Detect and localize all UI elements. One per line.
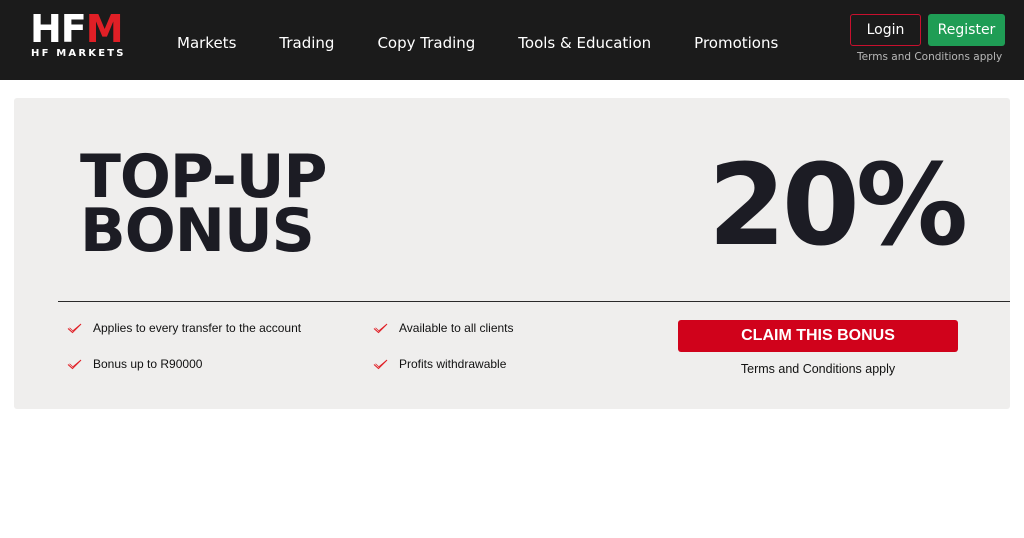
check-icon bbox=[373, 359, 388, 369]
claim-bonus-button[interactable]: CLAIM THIS BONUS bbox=[678, 320, 958, 352]
logo-subtitle: HF MARKETS bbox=[31, 48, 126, 59]
check-icon bbox=[67, 323, 82, 333]
feature-label: Applies to every transfer to the account bbox=[93, 321, 302, 335]
nav-item-tools-education[interactable]: Tools & Education bbox=[518, 28, 651, 52]
feature-item: Applies to every transfer to the account bbox=[67, 321, 301, 335]
main-nav: Markets Trading Copy Trading Tools & Edu… bbox=[160, 0, 821, 80]
feature-item: Profits withdrawable bbox=[373, 357, 506, 371]
claim-terms-link[interactable]: Terms and Conditions apply bbox=[678, 362, 958, 376]
nav-item-copy-trading[interactable]: Copy Trading bbox=[377, 28, 475, 52]
banner-divider bbox=[58, 301, 1010, 302]
feature-label: Available to all clients bbox=[399, 321, 514, 335]
feature-item: Bonus up to R90000 bbox=[67, 357, 202, 371]
nav-item-trading[interactable]: Trading bbox=[279, 28, 334, 52]
logo-mark: HFM bbox=[30, 7, 124, 51]
headline-line-2: BONUS bbox=[80, 196, 315, 266]
feature-label: Profits withdrawable bbox=[399, 357, 507, 371]
check-icon bbox=[373, 323, 388, 333]
site-header: HFM HF MARKETS Markets Trading Copy Trad… bbox=[0, 0, 1024, 80]
banner-headline: TOP-UP BONUS bbox=[80, 147, 327, 266]
check-icon bbox=[67, 359, 82, 369]
feature-item: Available to all clients bbox=[373, 321, 514, 335]
nav-item-promotions[interactable]: Promotions bbox=[694, 28, 778, 52]
nav-item-markets[interactable]: Markets bbox=[177, 28, 236, 52]
bonus-percent: 20% bbox=[708, 141, 968, 271]
feature-label: Bonus up to R90000 bbox=[93, 357, 203, 371]
register-button[interactable]: Register bbox=[928, 14, 1005, 46]
hfm-logo[interactable]: HFM HF MARKETS bbox=[30, 10, 130, 62]
login-button[interactable]: Login bbox=[850, 14, 921, 46]
header-terms-link[interactable]: Terms and Conditions apply bbox=[857, 51, 1002, 63]
top-up-bonus-banner: TOP-UP BONUS 20% Applies to every transf… bbox=[14, 98, 1010, 409]
